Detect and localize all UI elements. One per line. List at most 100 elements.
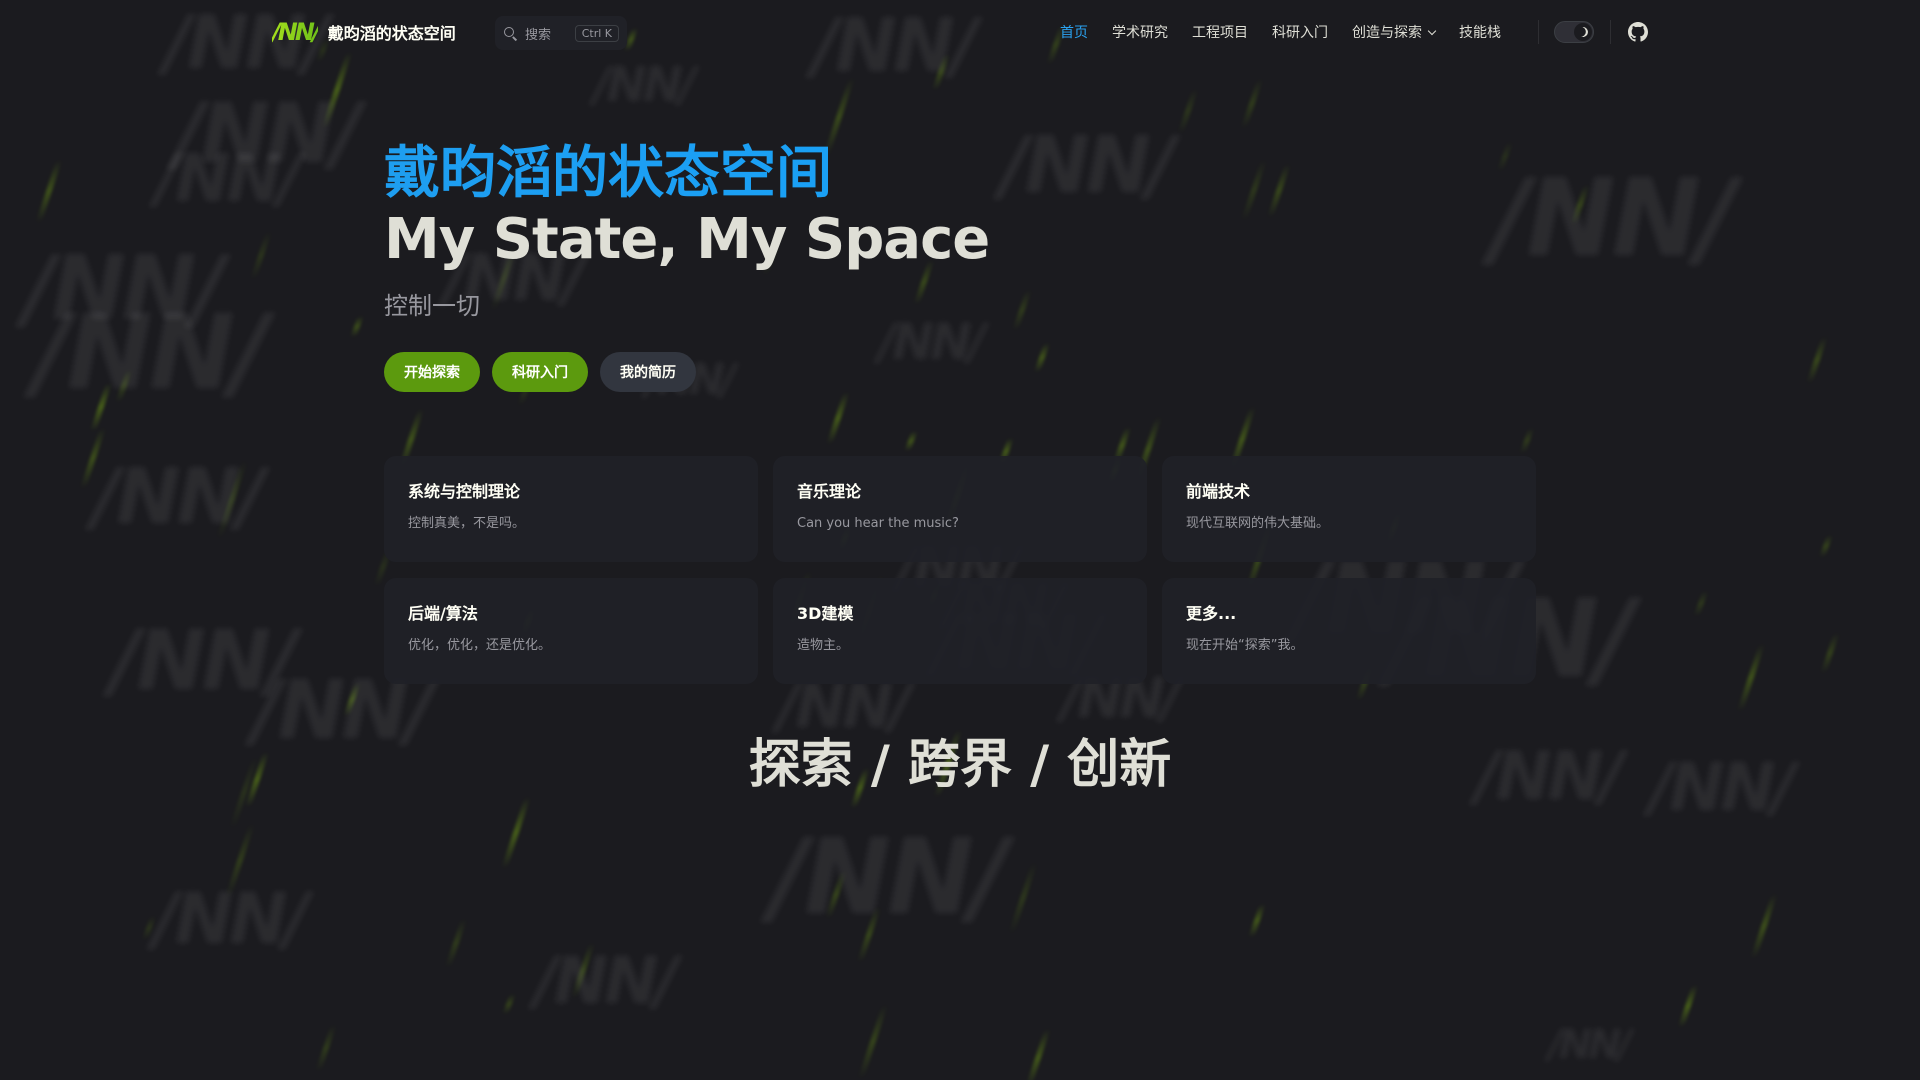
background-logo-mark: /NN/ <box>174 85 362 182</box>
background-streak <box>1034 343 1050 372</box>
background-streak <box>115 369 133 402</box>
feature-card-music[interactable]: 音乐理论 Can you hear the music? <box>773 456 1147 562</box>
background-streak <box>315 1025 337 1071</box>
background-streak <box>826 392 850 444</box>
background-streak <box>571 943 595 998</box>
feature-card-3d[interactable]: 3D建模 造物主。 <box>773 578 1147 684</box>
background-streak <box>1519 428 1535 453</box>
site-title: 戴昀滔的状态空间 <box>327 24 456 43</box>
background-streak <box>1693 591 1709 616</box>
background-logo-mark: /NN/ <box>1548 1022 1632 1068</box>
background-streak <box>80 428 106 488</box>
hero-tagline: 控制一切 <box>384 292 480 320</box>
background-streak <box>904 431 918 451</box>
site-brand[interactable]: /NN/ 戴昀滔的状态空间 <box>272 18 456 46</box>
feature-title: 更多... <box>1186 604 1237 623</box>
background-streak <box>250 232 272 279</box>
toggle-knob <box>1574 23 1592 41</box>
feature-card-backend[interactable]: 后端/算法 优化，优化，还是优化。 <box>384 578 758 684</box>
background-logo-mark: /NN/ <box>770 816 1008 938</box>
search-icon <box>503 26 517 40</box>
nav-dropdown-label: 创造与探索 <box>1352 25 1422 41</box>
background-streak <box>1750 894 1778 958</box>
background-streak <box>858 1005 888 1078</box>
background-streak <box>1678 985 1698 1027</box>
research-intro-button[interactable]: 科研入门 <box>492 352 588 392</box>
feature-card-more[interactable]: 更多... 现在开始“探索”我。 <box>1162 578 1536 684</box>
nav-dropdown-explore[interactable]: 创造与探索 <box>1352 22 1437 42</box>
background-streak <box>1819 535 1833 557</box>
background-logo-mark: /NN/ <box>155 140 302 217</box>
feature-details: 优化，优化，还是优化。 <box>408 638 552 653</box>
site-logo: /NN/ <box>272 18 321 46</box>
feature-card-frontend[interactable]: 前端技术 现代互联网的伟大基础。 <box>1162 456 1536 562</box>
feature-title: 前端技术 <box>1186 482 1251 501</box>
background-streak <box>1008 863 1038 933</box>
background-streak <box>857 907 881 962</box>
hero-name: 戴昀滔的状态空间 <box>384 141 832 206</box>
chevron-down-icon <box>1427 26 1437 35</box>
background-streak <box>35 160 63 222</box>
background-streak <box>343 683 361 716</box>
background-streak <box>1806 337 1828 383</box>
resume-button[interactable]: 我的简历 <box>600 352 696 392</box>
theme-toggle[interactable] <box>1554 21 1594 43</box>
background-streak <box>1241 79 1263 128</box>
background-streak <box>1570 185 1590 225</box>
search-shortcut: Ctrl K <box>574 24 619 42</box>
background-streak <box>501 797 531 868</box>
background-logo-mark: /NN/ <box>1000 121 1176 211</box>
background-streak <box>825 871 847 918</box>
background-logo-mark: /NN/ <box>1491 157 1736 281</box>
github-icon[interactable] <box>1628 22 1648 42</box>
nav-divider <box>1538 20 1539 44</box>
background-streak <box>1737 644 1765 711</box>
nav-link-projects[interactable]: 工程项目 <box>1192 22 1248 42</box>
background-logo-mark: /NN/ <box>534 944 678 1019</box>
background-streak <box>225 824 255 897</box>
background-logo-mark: /NN/ <box>110 612 298 709</box>
start-explore-button[interactable]: 开始探索 <box>384 352 480 392</box>
nav-link-intro[interactable]: 科研入门 <box>1272 22 1328 42</box>
background-streak <box>1248 904 1266 937</box>
feature-details: Can you hear the music? <box>797 516 959 531</box>
background-streak <box>1241 160 1267 220</box>
hero-text: My State, My Space <box>384 207 990 272</box>
feature-details: 现在开始“探索”我。 <box>1186 638 1304 653</box>
top-nav: /NN/ 戴昀滔的状态空间 搜索 Ctrl K 首页 学术研究 工程项目 科研入… <box>0 0 1920 64</box>
background-logo-mark: /NN/ <box>593 57 696 113</box>
nav-divider <box>1610 20 1611 44</box>
nav-link-home[interactable]: 首页 <box>1060 22 1088 42</box>
search-placeholder: 搜索 <box>525 27 552 43</box>
slogan-heading: 探索 / 跨界 / 创新 <box>748 735 1172 795</box>
feature-title: 后端/算法 <box>408 604 478 623</box>
hero-actions: 开始探索 科研入门 我的简历 <box>384 352 696 392</box>
background-streak <box>1497 142 1513 171</box>
background-streak <box>502 994 516 1014</box>
nav-link-research[interactable]: 学术研究 <box>1112 22 1168 42</box>
background-streak <box>1177 89 1199 133</box>
feature-details: 造物主。 <box>797 638 850 653</box>
background-streak <box>216 461 248 538</box>
background-streak <box>1820 633 1840 673</box>
nav-link-skills[interactable]: 技能栈 <box>1459 22 1501 42</box>
background-logo-mark: /NN/ <box>878 313 986 371</box>
background-streak <box>1025 1029 1051 1080</box>
feature-details: 现代互联网的伟大基础。 <box>1186 516 1330 531</box>
background-streak <box>90 383 112 431</box>
feature-title: 3D建模 <box>797 604 854 623</box>
features-grid: 系统与控制理论 控制真美，不是吗。 音乐理论 Can you hear the … <box>384 456 1536 684</box>
background-logo-mark: /NN/ <box>153 878 309 960</box>
feature-details: 控制真美，不是吗。 <box>408 516 526 531</box>
background-logo-mark: /NN/ <box>92 453 265 542</box>
nav-menu: 首页 学术研究 工程项目 科研入门 创造与探索 技能栈 <box>1060 0 1501 64</box>
background-logo-mark: /NN/ <box>23 236 225 340</box>
background-logo-mark: /NN/ <box>33 293 269 413</box>
background-streak <box>350 316 364 337</box>
search-button[interactable]: 搜索 Ctrl K <box>495 16 627 50</box>
background-streak <box>445 919 467 967</box>
moon-icon <box>1577 26 1590 39</box>
background-streak <box>1267 164 1291 217</box>
feature-title: 音乐理论 <box>797 482 862 501</box>
feature-card-control[interactable]: 系统与控制理论 控制真美，不是吗。 <box>384 456 758 562</box>
